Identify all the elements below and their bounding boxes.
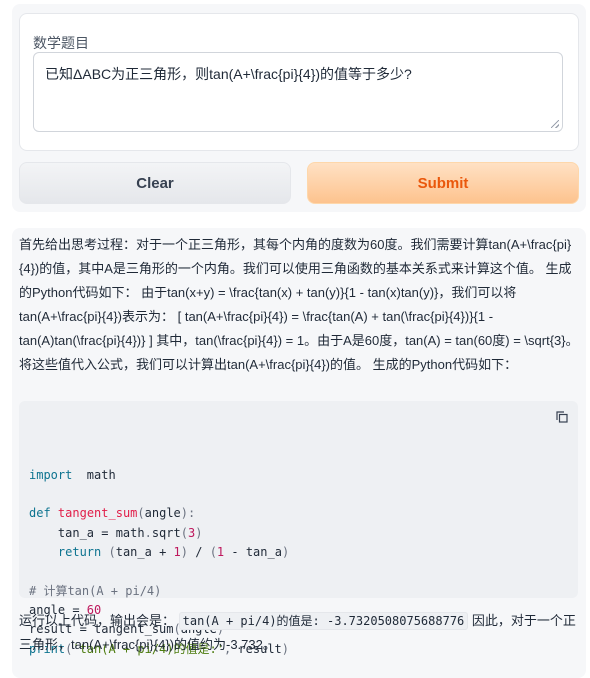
code-token: def — [29, 506, 51, 521]
code-token: tangent_sum — [57, 506, 138, 521]
code-line: return (tan_a + 1) / (1 - tan_a) — [29, 543, 568, 562]
code-token: / — [188, 545, 210, 560]
question-block: 数学题目 已知ΔABC为正三角形，则tan(A+\frac{pi}{4})的值等… — [19, 13, 579, 151]
question-label: 数学题目 — [33, 35, 89, 51]
copy-icon[interactable] — [556, 411, 568, 423]
question-text: 已知ΔABC为正三角形，则tan(A+\frac{pi}{4})的值等于多少? — [45, 66, 412, 82]
code-token: ) — [281, 545, 290, 560]
code-line: tan_a = math.sqrt(3) — [29, 524, 568, 543]
code-block: import math def tangent_sum(angle): tan_… — [19, 401, 578, 656]
code-token: ): — [180, 506, 196, 521]
code-token: import — [29, 467, 73, 482]
input-panel: 数学题目 已知ΔABC为正三角形，则tan(A+\frac{pi}{4})的值等… — [12, 4, 586, 212]
code-token: # 计算tan(A + pi/4) — [29, 583, 162, 598]
code-token: ( — [209, 545, 217, 560]
result-prefix: 运行以上代码，输出会是： — [19, 613, 179, 628]
code-token: ) — [195, 525, 203, 540]
answer-result: 运行以上代码，输出会是： tan(A + pi/4)的值是: -3.732050… — [19, 609, 579, 657]
code-token: . — [144, 525, 152, 540]
code-token: angle — [144, 506, 181, 521]
output-panel: 首先给出思考过程：对于一个正三角形，其每个内角的度数为60度。我们需要计算tan… — [12, 228, 586, 678]
code-token: tan_a + — [115, 545, 174, 560]
code-token: math — [72, 467, 116, 482]
question-textarea[interactable]: 已知ΔABC为正三角形，则tan(A+\frac{pi}{4})的值等于多少? — [33, 52, 563, 132]
code-token: tan_a = math — [29, 525, 145, 540]
code-line: # 计算tan(A + pi/4) — [29, 582, 568, 601]
code-token: ) — [180, 545, 188, 560]
code-token: ( — [180, 525, 188, 540]
code-token: ( — [137, 506, 145, 521]
submit-button[interactable]: Submit — [307, 162, 579, 204]
code-line: def tangent_sum(angle): — [29, 504, 568, 523]
answer-reasoning: 首先给出思考过程：对于一个正三角形，其每个内角的度数为60度。我们需要计算tan… — [19, 237, 579, 372]
clear-button[interactable]: Clear — [19, 162, 291, 204]
code-token: - tan_a — [224, 545, 282, 560]
inline-code-output: tan(A + pi/4)的值是: -3.7320508075688776 — [178, 612, 469, 630]
code-token: ( — [108, 545, 116, 560]
resize-grip-icon[interactable] — [551, 120, 559, 128]
code-token: sqrt — [151, 525, 181, 540]
code-line: import math — [29, 466, 568, 485]
code-token: return — [57, 545, 102, 560]
code-token: 1 — [173, 545, 181, 560]
